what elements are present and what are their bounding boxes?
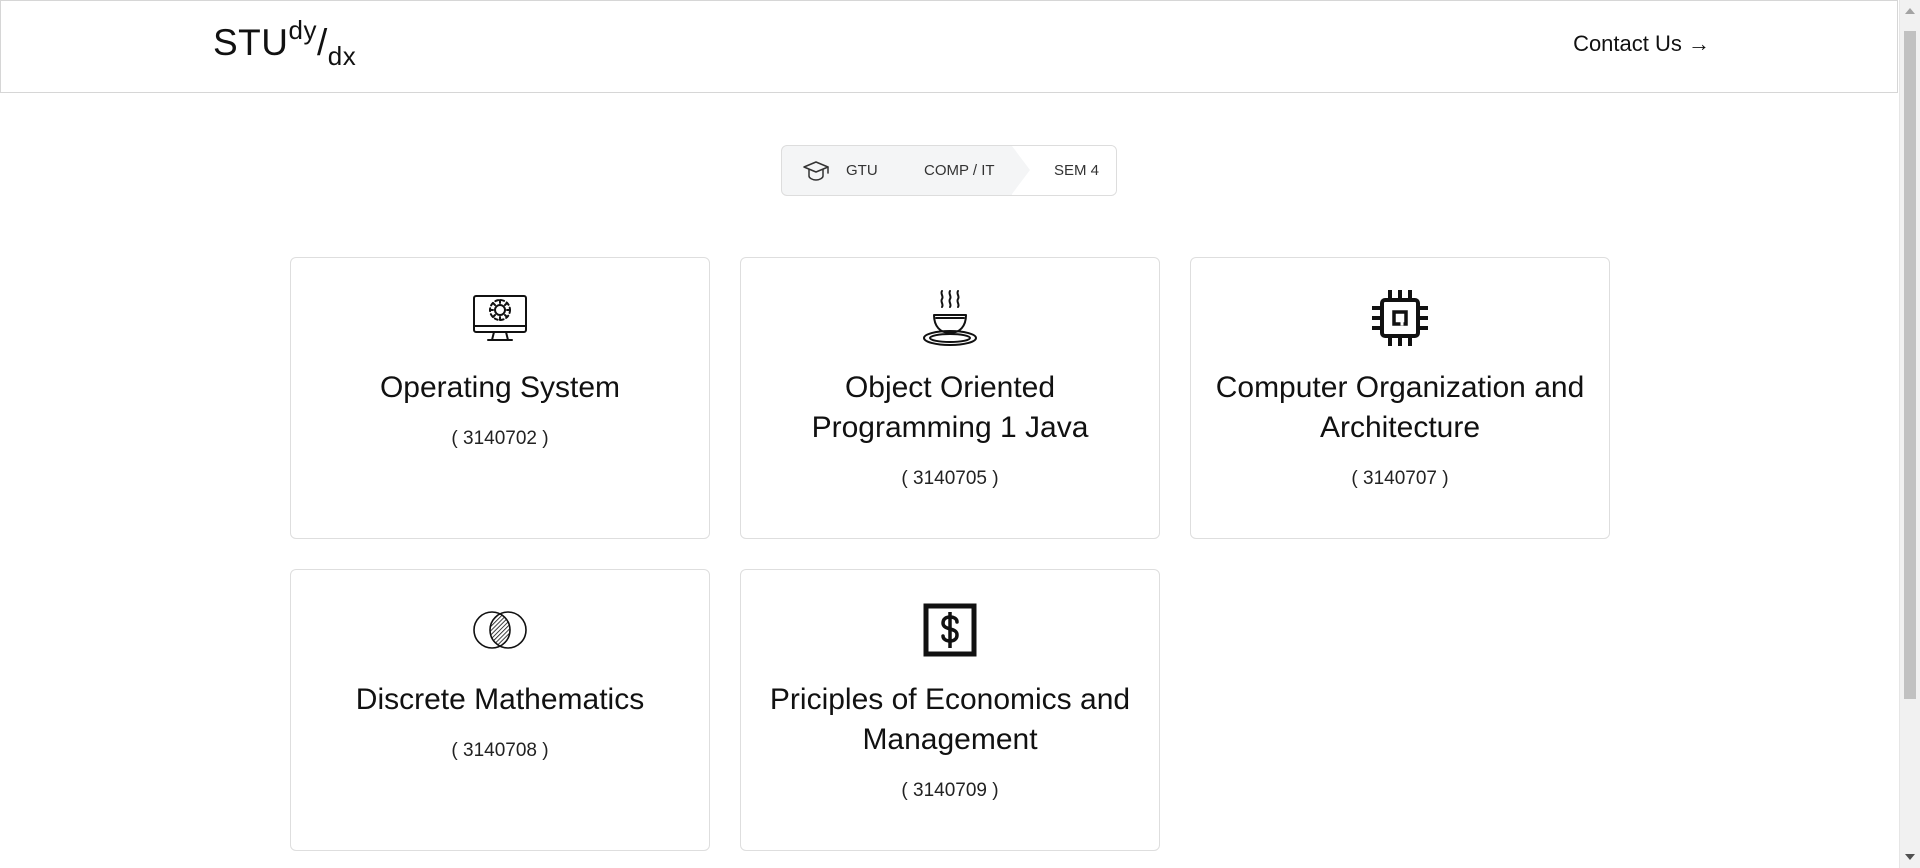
dollar-bill-icon (920, 600, 980, 660)
subject-title: Priciples of Economics and Management (769, 683, 1131, 756)
navbar: STUdy/dx Contact Us → (0, 0, 1898, 93)
subject-code: ( 3140705 ) (901, 468, 999, 489)
brand-superscript: dy (288, 15, 317, 45)
brand-base: STU (213, 22, 289, 63)
coffee-cup-icon (920, 288, 980, 348)
breadcrumb-arrow-tip (1012, 146, 1030, 194)
cpu-chip-icon (1370, 288, 1430, 348)
subject-title: Operating System (379, 371, 621, 404)
venn-diagram-icon (470, 600, 530, 660)
brand-slash: / (316, 22, 328, 63)
subject-code: ( 3140709 ) (901, 780, 999, 801)
page: STUdy/dx Contact Us → GTU COMP / IT SEM … (0, 0, 1920, 868)
breadcrumb-item-gtu[interactable]: GTU (846, 146, 878, 195)
graduation-cap-icon[interactable] (802, 159, 830, 183)
brand-subscript: dx (327, 41, 357, 71)
breadcrumb-item-comp-it[interactable]: COMP / IT (924, 146, 995, 195)
subject-card-oop-java[interactable]: Object Oriented Programming 1 Java ( 314… (740, 257, 1160, 539)
subject-card-discrete-mathematics[interactable]: Discrete Mathematics ( 3140708 ) (290, 569, 710, 851)
subject-card-operating-system[interactable]: Operating System ( 3140702 ) (290, 257, 710, 539)
monitor-gear-icon (470, 288, 530, 348)
subject-code: ( 3140708 ) (451, 740, 549, 761)
scroll-thumb[interactable] (1904, 31, 1916, 699)
subject-card-economics-management[interactable]: Priciples of Economics and Management ( … (740, 569, 1160, 851)
breadcrumb: GTU COMP / IT SEM 4 (781, 145, 1117, 196)
subject-title: Discrete Mathematics (355, 683, 645, 716)
scroll-up-arrow-icon[interactable] (1905, 8, 1915, 14)
subject-code: ( 3140707 ) (1351, 468, 1449, 489)
breadcrumb-item-sem-4[interactable]: SEM 4 (1054, 146, 1099, 195)
subject-title: Computer Organization and Architecture (1215, 371, 1585, 444)
contact-us-link[interactable]: Contact Us → (1573, 31, 1710, 57)
vertical-scrollbar[interactable] (1899, 0, 1920, 868)
subject-code: ( 3140702 ) (451, 428, 549, 449)
subject-title: Object Oriented Programming 1 Java (811, 371, 1089, 444)
subject-card-computer-organization[interactable]: Computer Organization and Architecture (… (1190, 257, 1610, 539)
brand-logo[interactable]: STUdy/dx (213, 15, 356, 71)
scroll-down-arrow-icon[interactable] (1905, 854, 1915, 860)
